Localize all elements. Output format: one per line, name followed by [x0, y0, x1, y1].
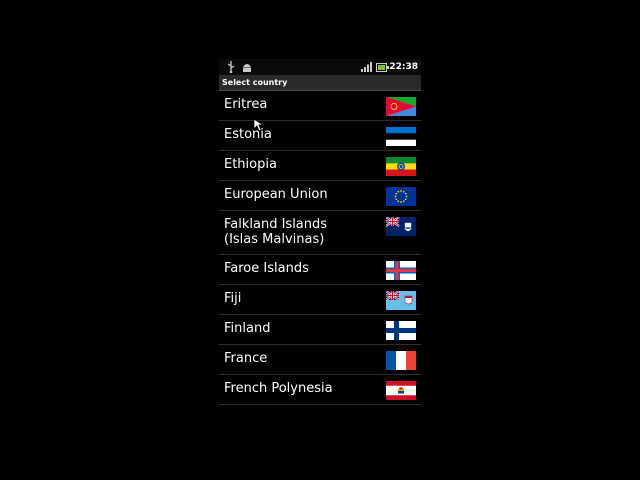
status-bar: 22:38	[219, 59, 421, 75]
estonia-flag-icon	[386, 127, 416, 146]
country-row-faroe-islands[interactable]: Faroe Islands	[219, 255, 421, 285]
eritrea-flag-icon	[386, 97, 416, 116]
country-name: Eritrea	[224, 97, 268, 112]
country-row-france[interactable]: France	[219, 345, 421, 375]
country-row-falkland-islands[interactable]: Falkland Islands (Islas Malvinas)	[219, 211, 421, 255]
faroe-islands-flag-icon	[386, 261, 416, 280]
page-title: Select country	[222, 78, 288, 87]
usb-icon	[227, 59, 235, 75]
ethiopia-flag-icon	[386, 157, 416, 176]
falkland-islands-flag-icon	[386, 217, 416, 236]
mouse-cursor-icon	[253, 117, 265, 136]
phone-screen: 22:38 Select country Eritrea Estonia Eth…	[219, 59, 421, 421]
country-name: Ethiopia	[224, 157, 277, 172]
country-row-estonia[interactable]: Estonia	[219, 121, 421, 151]
status-time: 22:38	[389, 62, 418, 72]
france-flag-icon	[386, 351, 416, 370]
fiji-flag-icon	[386, 291, 416, 310]
country-row-eritrea[interactable]: Eritrea	[219, 91, 421, 121]
finland-flag-icon	[386, 321, 416, 340]
country-row-european-union[interactable]: European Union	[219, 181, 421, 211]
country-row-finland[interactable]: Finland	[219, 315, 421, 345]
battery-icon	[376, 59, 389, 75]
country-row-french-polynesia[interactable]: French Polynesia	[219, 375, 421, 405]
android-debug-icon	[242, 59, 252, 75]
title-bar: Select country	[219, 75, 421, 91]
country-name: Faroe Islands	[224, 261, 309, 276]
european-union-flag-icon	[386, 187, 416, 206]
country-name: Falkland Islands (Islas Malvinas)	[224, 217, 328, 247]
country-row-fiji[interactable]: Fiji	[219, 285, 421, 315]
signal-icon	[361, 59, 372, 75]
country-name: Finland	[224, 321, 271, 336]
country-list[interactable]: Eritrea Estonia Ethiopia European Union	[219, 91, 421, 421]
country-name: France	[224, 351, 268, 366]
country-name: Fiji	[224, 291, 242, 306]
country-name: Estonia	[224, 127, 272, 142]
country-name: French Polynesia	[224, 381, 333, 396]
country-row-ethiopia[interactable]: Ethiopia	[219, 151, 421, 181]
french-polynesia-flag-icon	[386, 381, 416, 400]
country-name: European Union	[224, 187, 328, 202]
